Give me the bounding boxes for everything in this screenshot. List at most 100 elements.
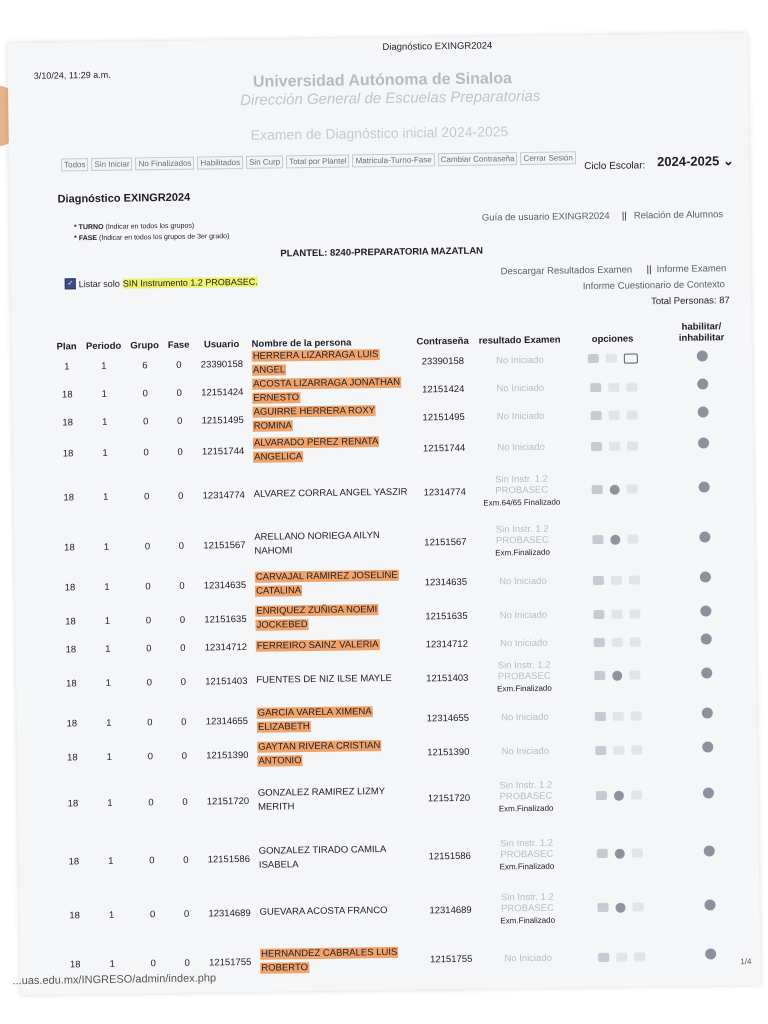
toggle-enable-icon[interactable]: [702, 787, 714, 799]
mail-icon[interactable]: [625, 381, 637, 392]
edit-icon[interactable]: [592, 534, 604, 545]
cell-periodo: 1: [108, 909, 115, 921]
toggle-enable-icon[interactable]: [703, 845, 715, 857]
edit-icon[interactable]: [597, 952, 609, 962]
nav-item[interactable]: No Finalizados: [135, 156, 195, 171]
toggle-enable-icon[interactable]: [699, 571, 711, 583]
reset-icon[interactable]: [613, 790, 625, 801]
edit-icon[interactable]: [592, 609, 604, 619]
edit-icon[interactable]: [591, 484, 603, 495]
nav-item[interactable]: Cambiar Contraseña: [437, 152, 518, 167]
cell-nombre: ACOSTA LIZARRAGA JONATHAN ERNESTO: [250, 376, 410, 406]
nav-bar: Todos Sin Iniciar No Finalizados Habilitado…: [61, 151, 576, 172]
reset-icon[interactable]: [615, 952, 627, 962]
toggle-enable-icon[interactable]: [698, 481, 710, 493]
edit-icon[interactable]: [594, 745, 606, 755]
nav-item[interactable]: Sin Curp: [245, 155, 284, 169]
nav-item[interactable]: Total por Plantel: [286, 154, 350, 169]
result-text: No Iniciado: [499, 637, 548, 649]
edit-icon[interactable]: [594, 670, 606, 681]
nav-item[interactable]: Cerrar Sesión: [520, 151, 576, 166]
informe-cuestionario-link[interactable]: Informe Cuestionario de Contexto: [583, 279, 725, 292]
edit-icon[interactable]: [590, 410, 602, 420]
cell-password: 12151403: [426, 672, 469, 684]
mail-icon[interactable]: [626, 409, 638, 420]
reset-icon[interactable]: [612, 711, 624, 721]
reset-icon[interactable]: [610, 609, 622, 619]
mail-icon[interactable]: [626, 440, 638, 451]
cell-password: 12151390: [427, 746, 470, 758]
nav-item[interactable]: Habilitados: [197, 155, 244, 170]
reset-icon[interactable]: [610, 575, 622, 585]
reset-icon[interactable]: [605, 353, 617, 363]
mail-icon[interactable]: [633, 951, 645, 962]
toggle-enable-icon[interactable]: [696, 378, 708, 390]
reset-icon[interactable]: [612, 670, 623, 681]
toggle-enable-icon[interactable]: [699, 605, 711, 617]
result-text: No Iniciado: [499, 575, 547, 587]
cell-opciones: [567, 562, 665, 597]
student-name: FERREIRO SAINZ VALERIA: [255, 639, 380, 652]
descargar-link[interactable]: Descargar Resultados Examen: [501, 265, 633, 278]
reset-icon[interactable]: [610, 534, 621, 545]
reset-icon[interactable]: [614, 848, 625, 859]
mail-icon[interactable]: [630, 744, 642, 755]
edit-icon[interactable]: [592, 575, 604, 585]
edit-icon[interactable]: [590, 441, 602, 451]
toggle-enable-icon[interactable]: [701, 741, 713, 753]
filter-checkbox[interactable]: ✓: [64, 278, 76, 290]
toggle-enable-icon[interactable]: [701, 707, 713, 719]
edit-icon[interactable]: [596, 848, 608, 859]
reset-icon[interactable]: [609, 484, 620, 495]
toggle-enable-icon[interactable]: [700, 633, 712, 645]
cell-usuario: 12151495: [201, 414, 244, 427]
toggle-enable-icon[interactable]: [696, 350, 708, 362]
cell-opciones: [572, 932, 671, 981]
ciclo-select[interactable]: 2024-2025 ⌄: [657, 153, 734, 170]
toggle-enable-icon[interactable]: [704, 948, 716, 960]
mail-icon[interactable]: [630, 790, 643, 800]
mail-icon[interactable]: [628, 608, 640, 619]
reset-icon[interactable]: [615, 902, 626, 913]
relacion-link[interactable]: Relación de Alumnos: [634, 209, 723, 221]
toggle-enable-icon[interactable]: [697, 406, 709, 418]
toggle-enable-icon[interactable]: [703, 899, 716, 911]
nav-item[interactable]: Todos: [61, 158, 89, 172]
mail-icon[interactable]: [630, 710, 642, 721]
cell-nombre: GUEVARA ACOSTA FRANCO: [257, 886, 418, 938]
toggle-enable-icon[interactable]: [697, 437, 709, 449]
guia-link[interactable]: Guía de usuario EXINGR2024: [482, 211, 610, 224]
nav-item[interactable]: Sin Iniciar: [91, 157, 133, 172]
university-subtitle: Dirección General de Escuelas Preparator…: [240, 87, 541, 109]
reset-icon[interactable]: [607, 382, 619, 392]
cell-opciones: [569, 732, 667, 767]
nav-item[interactable]: Matricula-Turno-Fase: [352, 153, 435, 168]
reset-icon[interactable]: [611, 637, 623, 647]
toggle-enable-icon[interactable]: [700, 667, 712, 679]
cell-nombre: GONZALEZ RAMIREZ LIZMY MERITH: [256, 770, 417, 830]
mail-icon[interactable]: [626, 484, 638, 494]
cell-plan: 18: [65, 677, 77, 689]
mail-icon[interactable]: [629, 670, 641, 680]
edit-icon[interactable]: [587, 353, 599, 364]
cell-habilitar: [665, 561, 745, 596]
edit-icon[interactable]: [597, 902, 609, 913]
toggle-enable-icon[interactable]: [698, 531, 710, 543]
mail-icon[interactable]: [628, 574, 640, 585]
cell-habilitar: [667, 731, 747, 766]
cell-password: 12151744: [422, 442, 466, 454]
informe-examen-link[interactable]: Informe Examen: [657, 263, 727, 275]
edit-icon[interactable]: [594, 711, 606, 721]
mail-icon[interactable]: [623, 353, 638, 364]
reset-icon[interactable]: [612, 745, 624, 755]
mail-icon[interactable]: [627, 534, 639, 544]
reset-icon[interactable]: [608, 441, 620, 451]
edit-icon[interactable]: [589, 382, 601, 392]
reset-icon[interactable]: [608, 410, 620, 420]
mail-icon[interactable]: [631, 848, 643, 858]
cell-plan: 18: [64, 581, 76, 593]
mail-icon[interactable]: [632, 902, 644, 912]
edit-icon[interactable]: [593, 637, 605, 647]
edit-icon[interactable]: [595, 790, 608, 801]
mail-icon[interactable]: [629, 636, 641, 647]
